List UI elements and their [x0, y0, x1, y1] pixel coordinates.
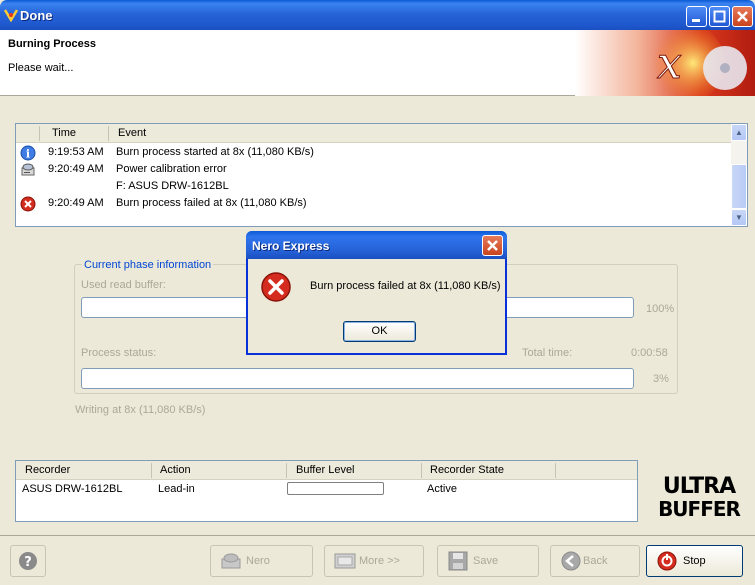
dialog-message: Burn process failed at 8x (11,080 KB/s): [310, 280, 501, 292]
total-time-value: 0:00:58: [631, 347, 668, 359]
divider: [0, 535, 755, 536]
help-button[interactable]: ?: [10, 545, 46, 577]
wizard-header: Burning Process Please wait... x: [0, 30, 755, 96]
scroll-up-arrow-icon[interactable]: ▲: [731, 124, 747, 141]
log-header: Time Event: [16, 124, 732, 143]
buffer-percent: 100%: [646, 303, 675, 315]
log-time: 9:19:53 AM: [48, 146, 104, 158]
dialog-title: Nero Express: [252, 239, 330, 253]
log-row[interactable]: F: ASUS DRW-1612BL: [16, 178, 732, 195]
ok-button[interactable]: OK: [343, 321, 416, 342]
nero-logo: x: [575, 30, 755, 96]
more-icon: [334, 553, 356, 569]
log-event: Burn process failed at 8x (11,080 KB/s): [116, 197, 307, 209]
log-row[interactable]: 9:20:49 AM Power calibration error: [16, 161, 732, 178]
recorder-state: Active: [427, 483, 457, 495]
stop-button-label: Stop: [683, 555, 706, 567]
dialog-close-button[interactable]: [482, 235, 503, 256]
window-title: Done: [20, 8, 53, 23]
buffer-level-bar: [287, 482, 384, 495]
writing-speed-label: Writing at 8x (11,080 KB/s): [75, 404, 206, 416]
back-arrow-icon: [561, 551, 581, 571]
log-scrollbar[interactable]: ▲ ▼: [731, 124, 747, 226]
log-event: Power calibration error: [116, 163, 227, 175]
window-titlebar: Done: [0, 0, 755, 30]
svg-text:i: i: [26, 148, 30, 161]
log-col-time[interactable]: Time: [52, 127, 76, 139]
dialog-titlebar: Nero Express: [246, 231, 507, 259]
minimize-button[interactable]: [686, 6, 707, 27]
svg-text:x: x: [657, 38, 682, 89]
error-dialog: Nero Express Burn process failed at 8x (…: [246, 231, 507, 355]
recorder-header: Recorder Action Buffer Level Recorder St…: [16, 461, 637, 480]
minimize-icon: [692, 19, 700, 22]
error-icon: [20, 196, 36, 212]
rec-col-action[interactable]: Action: [160, 464, 191, 476]
rec-col-state[interactable]: Recorder State: [430, 464, 504, 476]
save-icon: [448, 551, 468, 571]
help-icon: ?: [19, 552, 37, 570]
nero-app-icon: [4, 9, 18, 22]
log-time: 9:20:49 AM: [48, 163, 104, 175]
status-percent: 3%: [653, 373, 669, 385]
drive-icon: [21, 163, 35, 176]
nero-icon: [221, 553, 241, 569]
svg-text:ULTRA: ULTRA: [663, 474, 736, 499]
event-log-list[interactable]: Time Event i 9:19:53 AM Burn process sta…: [15, 123, 748, 227]
phase-legend: Current phase information: [82, 259, 214, 271]
log-time: 9:20:49 AM: [48, 197, 104, 209]
rec-col-buffer[interactable]: Buffer Level: [296, 464, 355, 476]
log-row[interactable]: i 9:19:53 AM Burn process started at 8x …: [16, 144, 732, 161]
rec-col-recorder[interactable]: Recorder: [25, 464, 70, 476]
page-title: Burning Process: [8, 38, 97, 50]
stop-button[interactable]: Stop: [646, 545, 743, 577]
maximize-button[interactable]: [709, 6, 730, 27]
svg-text:BUFFER: BUFFER: [658, 497, 740, 519]
nero-button-label: Nero: [246, 555, 270, 567]
process-status-label: Process status:: [81, 347, 157, 359]
close-icon: [487, 240, 498, 251]
save-button-label: Save: [473, 555, 499, 567]
error-icon: [261, 272, 291, 302]
recorder-name: ASUS DRW-1612BL: [22, 483, 123, 495]
used-read-buffer-label: Used read buffer:: [81, 279, 166, 291]
close-window-button[interactable]: [732, 6, 753, 27]
ultra-buffer-logo: ULTRA BUFFER: [658, 474, 741, 519]
recorder-action: Lead-in: [158, 483, 195, 495]
more-button-label: More >>: [359, 555, 400, 567]
info-icon: i: [20, 145, 36, 161]
stop-icon: [657, 551, 677, 571]
close-icon: [737, 11, 748, 22]
more-button[interactable]: More >>: [324, 545, 424, 577]
save-button[interactable]: Save: [437, 545, 539, 577]
recorder-table[interactable]: Recorder Action Buffer Level Recorder St…: [15, 460, 638, 522]
svg-text:?: ?: [24, 555, 32, 570]
maximize-icon: [713, 10, 726, 23]
log-row[interactable]: 9:20:49 AM Burn process failed at 8x (11…: [16, 195, 732, 212]
log-event: F: ASUS DRW-1612BL: [116, 180, 229, 192]
total-time-label: Total time:: [522, 347, 573, 359]
scroll-thumb[interactable]: [731, 164, 747, 209]
log-col-event[interactable]: Event: [118, 127, 146, 139]
scroll-down-arrow-icon[interactable]: ▼: [731, 209, 747, 226]
page-subtitle: Please wait...: [8, 62, 74, 74]
log-event: Burn process started at 8x (11,080 KB/s): [116, 146, 314, 158]
process-status-progress: [81, 368, 634, 389]
nero-button[interactable]: Nero: [210, 545, 313, 577]
back-button-label: Back: [583, 555, 608, 567]
back-button[interactable]: Back: [550, 545, 640, 577]
